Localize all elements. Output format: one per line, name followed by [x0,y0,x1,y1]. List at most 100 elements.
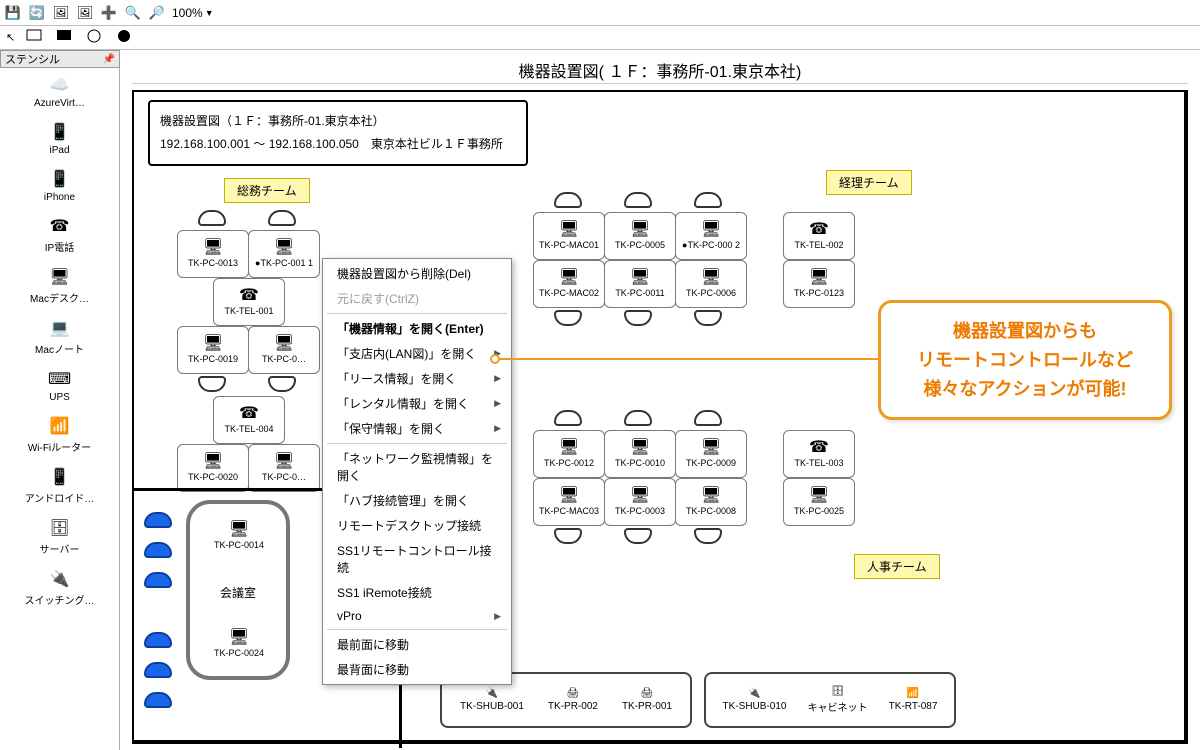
pc-cell[interactable]: 🖥TK-PC-0025 [783,478,855,526]
stencil-item[interactable]: 📶Wi-Fiルーター [0,409,119,460]
zoom-in-icon[interactable]: 🔍 [124,4,142,22]
chevron-down-icon: ▼ [205,8,214,18]
circle-outline-icon[interactable] [85,28,105,47]
pc-cell[interactable]: 🖥●TK-PC-001 1 [248,230,320,278]
context-menu-separator [327,443,507,444]
pc-cell[interactable]: 🖥TK-PC-0009 [675,430,747,478]
context-menu-item[interactable]: 「支店内(LAN図)」を開く▶ [323,341,511,366]
pc-cell[interactable]: 🖥TK-PC-MAC03 [533,478,605,526]
pc-cell[interactable]: 🖥TK-PC-0019 [177,326,249,374]
stencil-label: IP電話 [45,239,74,254]
context-menu-item[interactable]: SS1リモートコントロール接続 [323,538,511,580]
context-menu-label: 「リース情報」を開く [337,370,456,387]
context-menu-item[interactable]: 最背面に移動 [323,657,511,682]
tel-cell[interactable]: ☎TK-TEL-001 [213,278,285,326]
zoom-combo[interactable]: 100% ▼ [172,6,214,20]
stencil-label: iPad [49,145,69,156]
pc-cell[interactable]: 🖥TK-PC-0… [248,326,320,374]
stencil-item[interactable]: 📱iPhone [0,162,119,209]
context-menu-item[interactable]: 「リース情報」を開く▶ [323,366,511,391]
stencil-item[interactable]: 📱アンドロイド… [0,460,119,511]
stencil-item[interactable]: ⌨UPS [0,362,119,409]
zoom-out-icon[interactable]: 🔎 [148,4,166,22]
stencil-label: サーバー [40,541,80,556]
pc-cell[interactable]: 🖥TK-PC-0014 [203,512,275,560]
add-icon[interactable]: ➕ [100,4,118,22]
context-menu-label: 「ネットワーク監視情報」を開く [337,450,501,484]
tel-cell[interactable]: ☎TK-TEL-004 [213,396,285,444]
pc-cell[interactable]: 🖥TK-PC-0008 [675,478,747,526]
pc-cell[interactable]: 🖥TK-PC-0011 [604,260,676,308]
pc-cell[interactable]: 🖥TK-PC-0010 [604,430,676,478]
pc-cell[interactable]: 🖥TK-PC-0012 [533,430,605,478]
bottom-box-2[interactable]: 🔌TK-SHUB-010 🗄キャビネット 📶TK-RT-087 [704,672,956,728]
shape-toolbar: ↖ [0,26,1200,50]
image-icon[interactable]: 🖼 [52,4,70,22]
stencil-icon: 💻 [46,317,74,339]
stencil-item[interactable]: ☎IP電話 [0,209,119,260]
context-menu-separator [327,313,507,314]
stencil-icon: ⌨ [46,368,74,390]
refresh-icon[interactable]: 🔄 [28,4,46,22]
pc-cell[interactable]: 🖥TK-PC-MAC01 [533,212,605,260]
context-menu-label: 「ハブ接続管理」を開く [337,492,469,509]
pc-cell[interactable]: 🖥TK-PC-0003 [604,478,676,526]
stencil-header: ステンシル 📌 [0,50,120,68]
pc-cell[interactable]: 🖥●TK-PC-000 2 [675,212,747,260]
context-menu-label: リモートデスクトップ接続 [337,517,481,534]
context-menu-item[interactable]: 機器設置図から削除(Del) [323,261,511,286]
stencil-item[interactable]: 🔌スイッチング… [0,562,119,613]
context-menu-item[interactable]: 最前面に移動 [323,632,511,657]
zoom-value: 100% [172,6,203,20]
rect-fill-icon[interactable] [55,28,75,47]
context-menu-item[interactable]: 「ハブ接続管理」を開く [323,488,511,513]
team-soumu: 総務チーム [224,178,310,203]
context-menu-item[interactable]: SS1 iRemote接続 [323,580,511,605]
context-menu-item[interactable]: 「保守情報」を開く▶ [323,416,511,441]
save-icon[interactable]: 💾 [4,4,22,22]
rect-outline-icon[interactable] [25,28,45,47]
stencil-label: Macノート [35,341,84,356]
circle-fill-icon[interactable] [115,28,135,47]
callout-line [500,358,880,360]
context-menu-label: 最前面に移動 [337,636,409,653]
context-menu: 機器設置図から削除(Del)元に戻す(CtrlZ)「機器情報」を開く(Enter… [322,258,512,685]
pc-cell[interactable]: 🖥TK-PC-0005 [604,212,676,260]
context-menu-item[interactable]: 「レンタル情報」を開く▶ [323,391,511,416]
context-menu-separator [327,629,507,630]
chevron-right-icon: ▶ [494,611,501,622]
context-menu-label: SS1 iRemote接続 [337,584,432,601]
stencil-icon: ☁️ [46,74,74,96]
pc-cell[interactable]: 🖥TK-PC-0006 [675,260,747,308]
pointer-icon[interactable]: ↖ [6,31,15,44]
chevron-right-icon: ▶ [494,423,501,434]
pc-cell[interactable]: 🖥TK-PC-0013 [177,230,249,278]
pin-icon[interactable]: 📌 [103,54,115,65]
stencil-icon: 🗄 [46,517,74,539]
context-menu-label: 「レンタル情報」を開く [337,395,469,412]
context-menu-item[interactable]: 「機器情報」を開く(Enter) [323,316,511,341]
tel-cell[interactable]: ☎TK-TEL-003 [783,430,855,478]
stencil-item[interactable]: 🗄 サーバー [0,511,119,562]
stencil-title: ステンシル [5,51,60,67]
context-menu-item[interactable]: 「ネットワーク監視情報」を開く [323,446,511,488]
stencil-item[interactable]: 💻 Macノート [0,311,119,362]
info-line-1: 機器設置図（１Ｆ：事務所-01.東京本社） [160,110,516,133]
context-menu-item[interactable]: vPro▶ [323,605,511,627]
stencil-item[interactable]: 🖥Macデスク… [0,260,119,311]
main-toolbar: 💾 🔄 🖼 🖼 ➕ 🔍 🔎 100% ▼ [0,0,1200,26]
pc-cell[interactable]: 🖥TK-PC-MAC02 [533,260,605,308]
context-menu-item[interactable]: リモートデスクトップ接続 [323,513,511,538]
stencil-label: スイッチング… [25,592,95,607]
pc-cell[interactable]: 🖥TK-PC-0123 [783,260,855,308]
info-line-2: 192.168.100.001 ～ 192.168.100.050 東京本社ビル… [160,133,516,156]
meeting-room[interactable]: 🖥TK-PC-0014 会議室 🖥TK-PC-0024 [186,500,290,680]
image-edit-icon[interactable]: 🖼 [76,4,94,22]
stencil-item[interactable]: 📱iPad [0,115,119,162]
pc-cell[interactable]: 🖥TK-PC-0020 [177,444,249,492]
pc-cell[interactable]: 🖥TK-PC-0… [248,444,320,492]
stencil-item[interactable]: ☁️AzureVirt… [0,68,119,115]
pc-cell[interactable]: 🖥TK-PC-0024 [203,620,275,668]
context-menu-label: 最背面に移動 [337,661,409,678]
tel-cell[interactable]: ☎TK-TEL-002 [783,212,855,260]
